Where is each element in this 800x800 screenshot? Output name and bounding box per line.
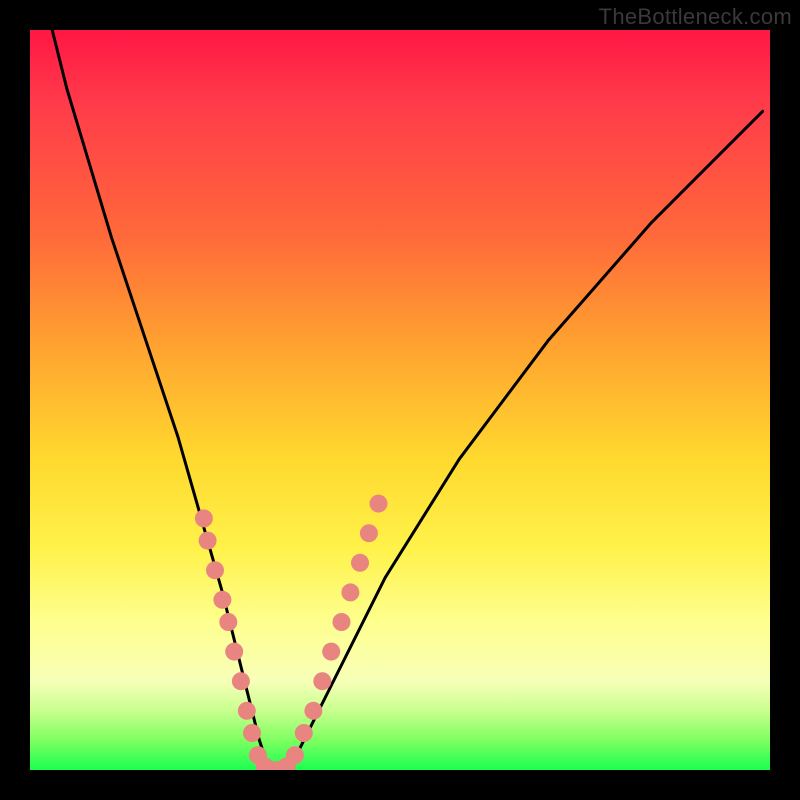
highlight-dot [370,495,388,513]
highlight-dot [225,643,243,661]
highlight-dot [219,613,237,631]
watermark-text: TheBottleneck.com [599,4,792,30]
plot-area [30,30,770,770]
highlight-dot [313,672,331,690]
highlight-dot [243,724,261,742]
highlight-dot [304,702,322,720]
highlight-dot [199,532,217,550]
chart-frame: TheBottleneck.com [0,0,800,800]
curve-layer [52,30,762,770]
highlight-dot [322,643,340,661]
highlight-dot [238,702,256,720]
highlight-dot [333,613,351,631]
highlight-dot [360,524,378,542]
highlight-dot [295,724,313,742]
highlight-dot [195,509,213,527]
highlight-dot [341,583,359,601]
highlight-dot [213,591,231,609]
bottleneck-curve-path [52,30,762,770]
highlight-dot [286,746,304,764]
highlight-dot [232,672,250,690]
chart-svg [30,30,770,770]
highlight-dot [351,554,369,572]
highlight-dot [206,561,224,579]
